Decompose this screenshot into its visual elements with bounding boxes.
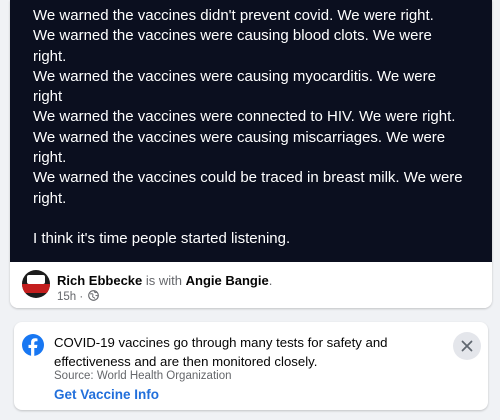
post-card: We warned the vaccines didn't prevent co…	[10, 0, 492, 308]
image-text-line: We warned the vaccines were connected to…	[33, 108, 456, 126]
image-text-line: We warned the vaccines didn't prevent co…	[33, 7, 434, 24]
image-text-line: right.	[33, 189, 67, 207]
image-text-line: right.	[33, 47, 67, 65]
post-image-text: We warned the vaccines didn't prevent co…	[33, 6, 483, 249]
author-name-link[interactable]: Rich Ebbecke	[57, 273, 142, 288]
covid-info-notice: COVID-19 vaccines go through many tests …	[14, 322, 488, 410]
get-vaccine-info-link[interactable]: Get Vaccine Info	[54, 387, 159, 402]
text-gap	[33, 209, 483, 229]
post-timestamp-link[interactable]: 15h	[57, 291, 76, 303]
image-text-line: We warned the vaccines were causing bloo…	[33, 27, 432, 45]
image-text-line: We warned the vaccines could be traced i…	[33, 169, 463, 187]
info-message: COVID-19 vaccines go through many tests …	[54, 335, 388, 369]
image-closing-line: I think it's time people started listeni…	[33, 229, 291, 247]
close-button[interactable]	[453, 332, 481, 360]
close-icon	[461, 340, 473, 352]
info-source: Source: World Health Organization	[54, 370, 232, 382]
avatar-stripe	[22, 284, 50, 293]
post-header: Rich Ebbecke is with Angie Bangie. 15h ·	[10, 262, 492, 308]
post-image[interactable]: We warned the vaccines didn't prevent co…	[10, 0, 492, 262]
author-line: Rich Ebbecke is with Angie Bangie.	[57, 273, 272, 288]
post-meta: 15h ·	[57, 290, 100, 303]
facebook-icon	[22, 334, 44, 356]
meta-separator: ·	[79, 291, 84, 303]
avatar[interactable]	[22, 270, 50, 298]
author-line-period: .	[268, 273, 273, 288]
globe-icon[interactable]	[88, 290, 100, 301]
image-text-line: We warned the vaccines were causing myoc…	[33, 67, 436, 85]
image-text-line: right.	[33, 149, 67, 167]
with-text: is with	[145, 273, 183, 288]
image-text-line: We warned the vaccines were causing misc…	[33, 128, 446, 146]
image-text-line: right	[33, 88, 63, 106]
avatar-logo-shape	[27, 275, 45, 284]
tagged-user-link[interactable]: Angie Bangie	[186, 273, 269, 288]
